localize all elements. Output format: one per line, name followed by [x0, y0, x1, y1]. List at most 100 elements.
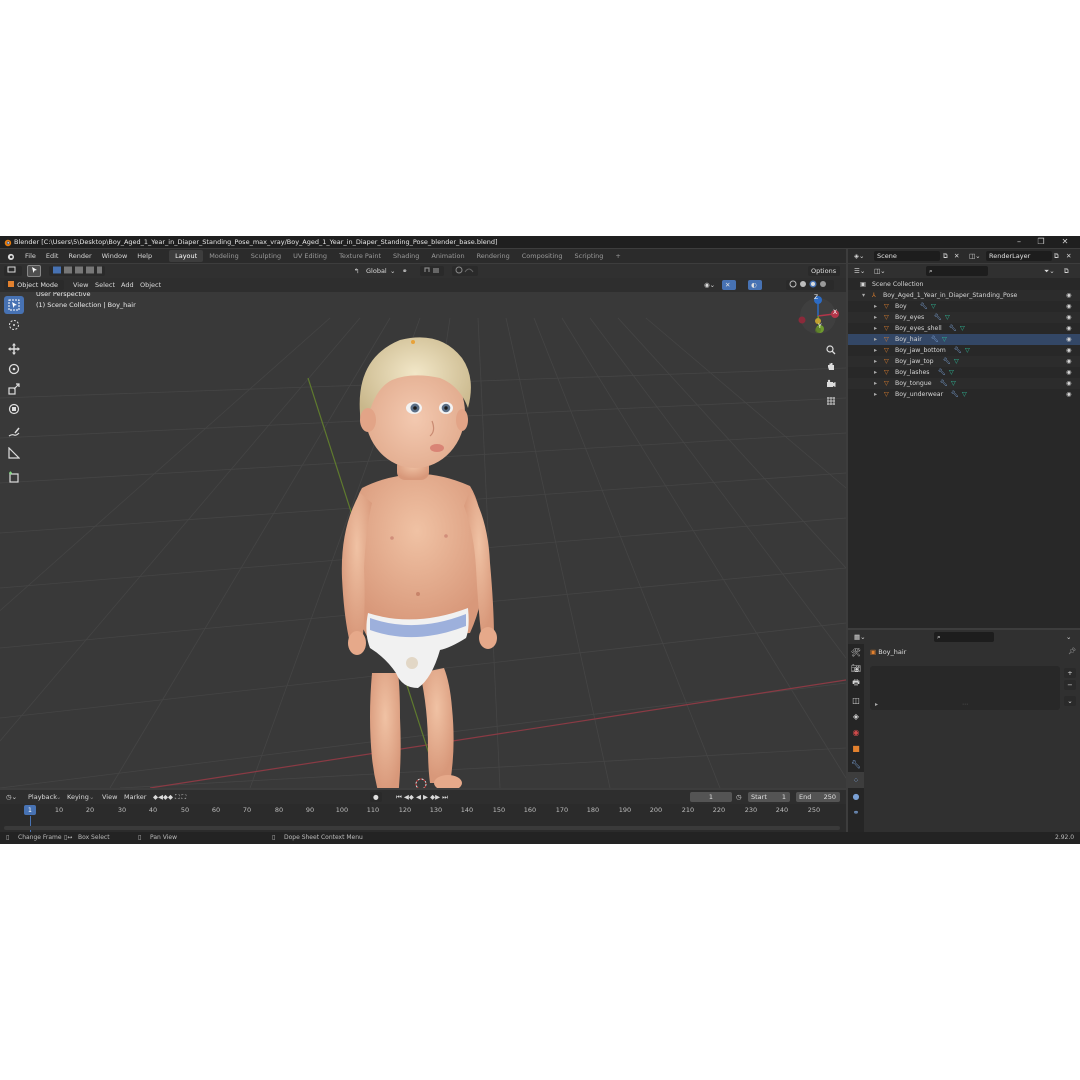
timeline-track-area[interactable]: [0, 816, 846, 832]
menu-add[interactable]: Add: [121, 280, 134, 290]
expand-arrow-icon[interactable]: ▸: [874, 356, 877, 367]
mesh-data-icon[interactable]: ▽: [954, 356, 959, 367]
visibility-eye-icon[interactable]: ◉: [1066, 389, 1071, 400]
close-button[interactable]: ✕: [1054, 236, 1076, 248]
constraints-tab-icon[interactable]: ⚭: [848, 804, 864, 820]
modifier-wrench-icon[interactable]: 🔧︎: [931, 334, 939, 345]
mesh-data-icon[interactable]: ▽: [960, 323, 965, 334]
outliner-object-row[interactable]: ▸ ▽ Boy_jaw_bottom 🔧︎ ▽ ◉: [848, 345, 1080, 356]
modifier-wrench-icon[interactable]: 🔧︎: [940, 378, 948, 389]
outliner-object-row-active[interactable]: ▸ ▽ Boy_hair 🔧︎ ▽ ◉: [848, 334, 1080, 345]
menu-keying[interactable]: Keying: [67, 792, 89, 802]
outliner-object-row[interactable]: ▸ ▽ Boy 🔧︎ ▽ ◉: [848, 301, 1080, 312]
view-layer-tab-icon[interactable]: ◫: [848, 692, 864, 708]
mesh-data-icon[interactable]: ▽: [945, 312, 950, 323]
camera-view-icon[interactable]: [826, 379, 840, 393]
expand-arrow-icon[interactable]: ▸: [874, 301, 877, 312]
snap-toggle[interactable]: [420, 266, 444, 276]
select-tool-icon[interactable]: [27, 265, 41, 277]
slot-options-button[interactable]: ⌄: [1064, 696, 1076, 706]
keyframe-icons[interactable]: ◆◀◆◆ ⛶ ⛶: [153, 792, 186, 802]
chevron-down-icon[interactable]: ⌄: [1066, 632, 1071, 642]
rotate-tool-icon[interactable]: [4, 360, 24, 378]
annotate-tool-icon[interactable]: [4, 424, 24, 442]
remove-slot-button[interactable]: −: [1064, 680, 1076, 690]
proportional-edit-toggle[interactable]: [452, 266, 478, 276]
expand-arrow-icon[interactable]: ▸: [874, 323, 877, 334]
outliner-search-input[interactable]: ⌕: [926, 266, 988, 276]
expand-arrow-icon[interactable]: ▸: [875, 701, 878, 708]
outliner-object-row[interactable]: ▸ ▽ Boy_lashes 🔧︎ ▽ ◉: [848, 367, 1080, 378]
expand-arrow-icon[interactable]: ▸: [874, 389, 877, 400]
expand-arrow-icon[interactable]: ▸: [874, 345, 877, 356]
selection-mode-buttons[interactable]: [49, 266, 105, 276]
start-frame-field[interactable]: Start 1: [748, 792, 790, 802]
outliner-object-row[interactable]: ▸ ▽ Boy_eyes_shell 🔧︎ ▽ ◉: [848, 323, 1080, 334]
mode-dropdown[interactable]: Object Mode: [4, 280, 64, 290]
pin-icon[interactable]: 📌︎: [1068, 646, 1076, 656]
modifier-wrench-icon[interactable]: 🔧︎: [951, 389, 959, 400]
zoom-icon[interactable]: [826, 345, 840, 359]
transform-tool-icon[interactable]: [4, 400, 24, 418]
pan-hand-icon[interactable]: [826, 362, 840, 376]
menu-file[interactable]: File: [20, 249, 41, 263]
blender-menu-icon[interactable]: [0, 252, 20, 261]
playback-controls-icon[interactable]: ⏮ ◀◆ ◀ ▶ ◆▶ ⏭: [396, 792, 448, 802]
mesh-data-icon[interactable]: ▽: [949, 367, 954, 378]
shading-mode-buttons[interactable]: [786, 280, 834, 290]
mesh-data-icon[interactable]: ▽: [965, 345, 970, 356]
delete-scene-icon[interactable]: ✕: [954, 251, 959, 261]
view-layer-field[interactable]: RenderLayer: [986, 251, 1052, 261]
filter-icon[interactable]: ⏷⌄: [1044, 266, 1055, 276]
tab-compositing[interactable]: Compositing: [516, 250, 569, 262]
visibility-eye-icon[interactable]: ◉: [1066, 378, 1071, 389]
world-tab-icon[interactable]: ◉: [848, 724, 864, 740]
add-cube-tool-icon[interactable]: [4, 468, 24, 486]
tab-scripting[interactable]: Scripting: [569, 250, 610, 262]
transform-orientation-dropdown[interactable]: Global: [366, 266, 387, 276]
gizmo-x-label[interactable]: X: [833, 309, 837, 316]
particle-systems-list[interactable]: ▸ ⋯: [870, 666, 1060, 710]
tab-texture-paint[interactable]: Texture Paint: [333, 250, 387, 262]
menu-select[interactable]: Select: [95, 280, 115, 290]
end-frame-field[interactable]: End 250: [796, 792, 840, 802]
expand-arrow-icon[interactable]: ▸: [874, 378, 877, 389]
particles-tab-icon[interactable]: ⁘: [848, 772, 864, 788]
menu-playback[interactable]: Playback: [28, 792, 57, 802]
outliner-scene-collection[interactable]: ▣ Scene Collection: [848, 279, 1080, 290]
visibility-eye-icon[interactable]: ◉: [1066, 290, 1071, 301]
editor-type-icon[interactable]: [4, 266, 22, 276]
tab-uv-editing[interactable]: UV Editing: [287, 250, 333, 262]
outliner-editor-icon[interactable]: ☰⌄: [854, 266, 865, 276]
object-tab-icon[interactable]: ■: [848, 740, 864, 756]
playhead[interactable]: 1: [24, 805, 36, 815]
properties-search-input[interactable]: ⌕: [934, 632, 994, 642]
gizmo-y-label[interactable]: Y: [818, 323, 822, 330]
timeline-ruler[interactable]: 1 10 20 30 40 50 60 70 80 90 100 110 120…: [0, 804, 846, 816]
menu-view[interactable]: View: [73, 280, 88, 290]
modifier-wrench-icon[interactable]: 🔧︎: [949, 323, 957, 334]
add-slot-button[interactable]: +: [1064, 668, 1076, 678]
output-tab-icon[interactable]: 🖶: [848, 676, 864, 692]
tool-tab-icon[interactable]: 🛠︎: [848, 644, 864, 660]
modifier-wrench-icon[interactable]: 🔧︎: [934, 312, 942, 323]
preview-range-icon[interactable]: ◷: [736, 792, 742, 802]
menu-marker[interactable]: Marker: [124, 792, 146, 802]
menu-help[interactable]: Help: [132, 249, 157, 263]
expand-arrow-icon[interactable]: ▸: [874, 334, 877, 345]
visibility-eye-icon[interactable]: ◉: [1066, 334, 1071, 345]
visibility-eye-icon[interactable]: ◉: [1066, 323, 1071, 334]
tab-modeling[interactable]: Modeling: [203, 250, 245, 262]
3d-viewport[interactable]: User Perspective (1) Scene Collection | …: [0, 278, 846, 788]
gizmo-toggle-icon[interactable]: ✕: [722, 280, 736, 290]
cursor-tool-icon[interactable]: [4, 316, 24, 334]
new-collection-icon[interactable]: ⧉: [1064, 266, 1069, 276]
mesh-data-icon[interactable]: ▽: [931, 301, 936, 312]
mesh-data-icon[interactable]: ▽: [951, 378, 956, 389]
modifier-wrench-icon[interactable]: 🔧︎: [920, 301, 928, 312]
current-frame-field[interactable]: 1: [690, 792, 732, 802]
expand-arrow-icon[interactable]: ▸: [874, 367, 877, 378]
resize-handle-icon[interactable]: ⋯: [962, 701, 968, 708]
maximize-button[interactable]: ❐: [1030, 236, 1052, 248]
visibility-eye-icon[interactable]: ◉: [1066, 312, 1071, 323]
